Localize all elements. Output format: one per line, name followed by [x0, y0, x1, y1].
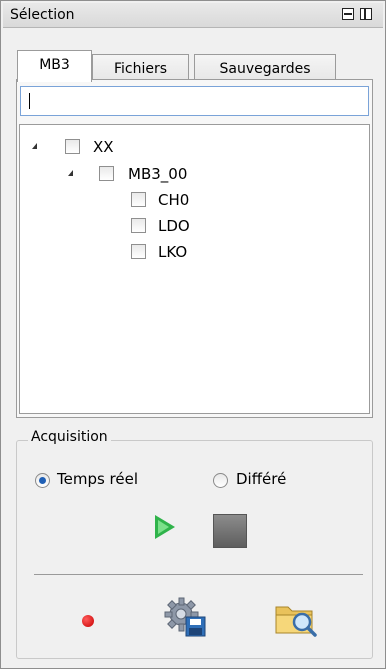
tree-node-label: MB3_00: [128, 165, 188, 183]
tree-node-label: XX: [93, 138, 114, 156]
acquisition-title: Acquisition: [28, 429, 111, 445]
tree-node-label: LKO: [158, 243, 188, 261]
panel-title: Sélection: [10, 7, 75, 23]
search-input[interactable]: [20, 86, 369, 116]
tab-content: XX MB3_00 CH0 LDO LKO: [16, 79, 373, 418]
expand-arrow-icon[interactable]: [32, 143, 37, 149]
stop-icon[interactable]: [213, 514, 247, 548]
checkbox[interactable]: [131, 192, 146, 207]
radio-temps-reel[interactable]: [35, 473, 50, 488]
checkbox[interactable]: [65, 139, 80, 154]
tab-mb3[interactable]: MB3: [17, 50, 92, 82]
tree-node-label: LDO: [158, 217, 190, 235]
tree-node-lko[interactable]: LKO: [131, 243, 281, 263]
tree-node-ch0[interactable]: CH0: [131, 191, 281, 211]
panel-titlebar: Sélection: [3, 3, 383, 28]
separator: [34, 574, 363, 575]
tab-fichiers[interactable]: Fichiers: [92, 54, 189, 82]
settings-save-icon[interactable]: [164, 597, 208, 639]
tree-node-label: CH0: [158, 191, 190, 209]
tab-sauvegardes[interactable]: Sauvegardes: [194, 54, 336, 82]
expand-arrow-icon[interactable]: [68, 170, 73, 176]
radio-differe[interactable]: [213, 473, 228, 488]
tree-node-mb3-00[interactable]: MB3_00: [68, 165, 268, 185]
checkbox[interactable]: [131, 244, 146, 259]
tab-label: Fichiers: [113, 61, 168, 77]
tab-label: MB3: [39, 57, 70, 73]
minimize-icon[interactable]: [342, 8, 354, 20]
channel-tree[interactable]: XX MB3_00 CH0 LDO LKO: [19, 124, 370, 414]
text-caret: [29, 93, 30, 109]
radio-label-temps-reel: Temps réel: [57, 470, 139, 488]
tab-label: Sauvegardes: [219, 61, 311, 77]
checkbox[interactable]: [99, 166, 114, 181]
checkbox[interactable]: [131, 218, 146, 233]
record-icon[interactable]: [82, 615, 94, 627]
float-icon[interactable]: [360, 8, 372, 20]
tree-node-ldo[interactable]: LDO: [131, 217, 281, 237]
folder-search-icon[interactable]: [274, 597, 318, 639]
radio-label-differe: Différé: [236, 470, 287, 488]
tree-node-root[interactable]: XX: [32, 138, 232, 158]
play-icon[interactable]: [155, 515, 175, 539]
